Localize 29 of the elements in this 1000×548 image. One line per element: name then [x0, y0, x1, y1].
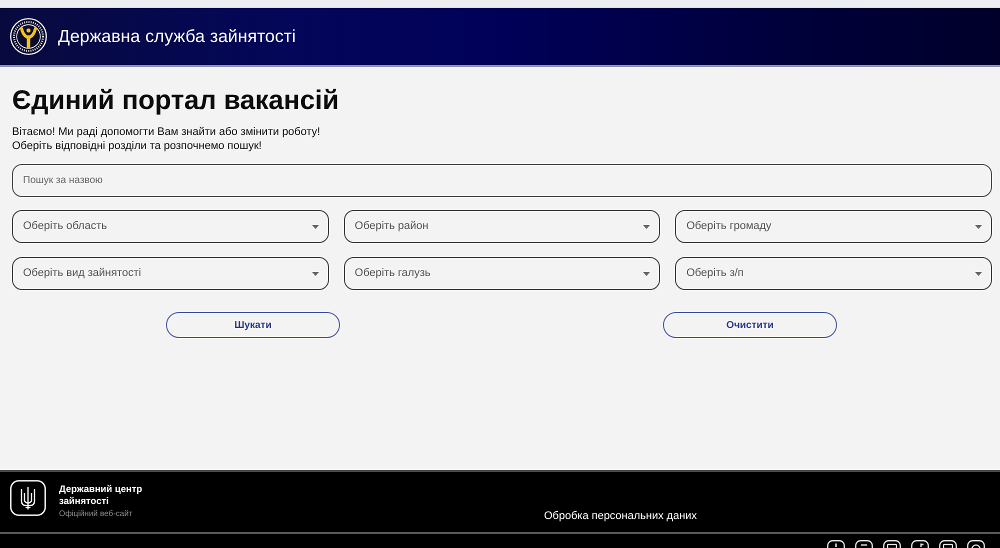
- social-media-icon[interactable]: [883, 540, 901, 548]
- search-button[interactable]: Шукати: [166, 312, 340, 338]
- caret-icon: [312, 224, 319, 228]
- filter-dropdown[interactable]: Оберіть громаду: [675, 210, 992, 243]
- social-media-icon[interactable]: [855, 540, 873, 548]
- social-media-icon[interactable]: [911, 540, 929, 548]
- caret-icon: [643, 224, 650, 228]
- organization-name: Державний центр зайнятості: [59, 484, 144, 508]
- personal-data-link[interactable]: Обробка персональних даних: [544, 508, 697, 524]
- social-media-icon[interactable]: [939, 540, 957, 548]
- filter-dropdown[interactable]: Оберіть район: [344, 210, 660, 243]
- trident-icon: [10, 480, 46, 516]
- welcome-text: Вітаємо! Ми раді допомогти Вам знайти або змінити роботу! Оберіть відповідні розділи та розпочнемо пошук!: [12, 125, 322, 153]
- clear-button[interactable]: Очистити: [663, 312, 837, 338]
- page-heading: Єдиний портал вакансій: [12, 84, 340, 117]
- search-field[interactable]: Пошук за назвою: [12, 164, 992, 197]
- caret-icon: [974, 272, 982, 276]
- emblem-logo-icon: [10, 18, 47, 55]
- website-subtitle: Офіційний веб-сайт: [59, 508, 134, 520]
- site-title: Державна служба зайнятості: [58, 25, 296, 48]
- caret-icon: [312, 272, 319, 276]
- filter-dropdown[interactable]: Оберіть вид зайнятості: [12, 257, 329, 290]
- filter-dropdown[interactable]: Оберіть з/п: [675, 257, 992, 290]
- filter-dropdown[interactable]: Оберіть галузь: [344, 257, 660, 290]
- filter-dropdown[interactable]: Оберіть область: [12, 210, 329, 243]
- caret-icon: [643, 272, 650, 276]
- caret-icon: [974, 224, 982, 228]
- social-media-icon[interactable]: [827, 540, 845, 548]
- social-media-icon[interactable]: [967, 540, 985, 548]
